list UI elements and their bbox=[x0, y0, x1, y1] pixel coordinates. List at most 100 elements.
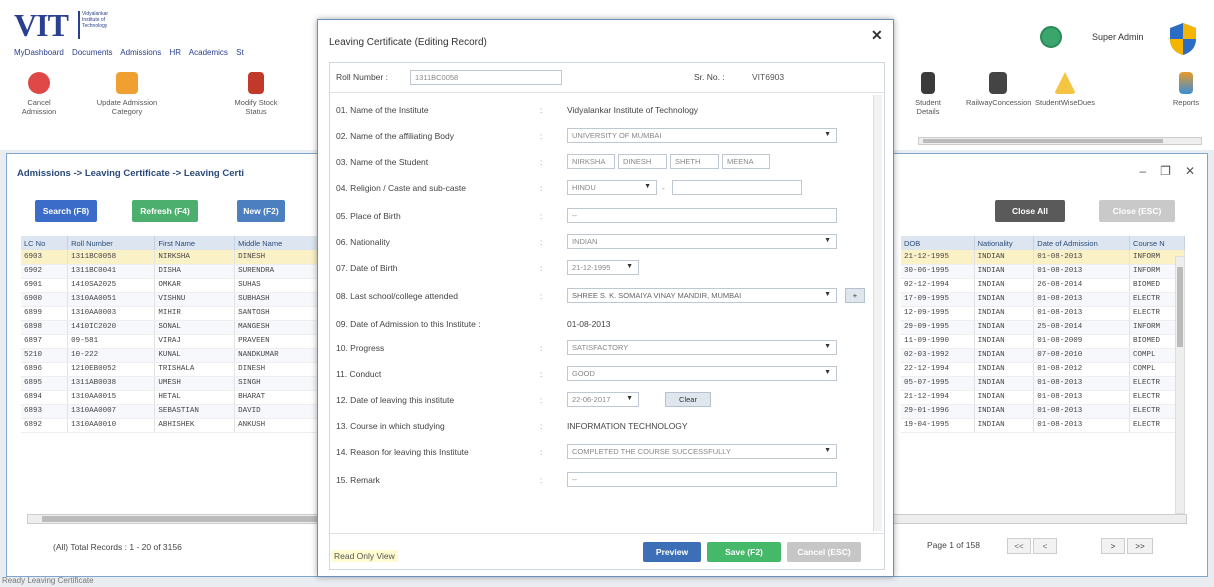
table-row[interactable]: 6899 1310AA0003 MIHIR SANTOSH bbox=[21, 306, 321, 321]
table-row[interactable]: 6901 1410SA2025 OMKAR SUHAS bbox=[21, 278, 321, 293]
minimize-icon[interactable]: – bbox=[1139, 164, 1146, 178]
colon-separator: : bbox=[540, 291, 543, 301]
table-cell: INDIAN bbox=[974, 320, 1035, 335]
table-row[interactable]: 19-04-1995 INDIAN 01-08-2013 ELECTR bbox=[901, 418, 1185, 433]
ribbon-update-category[interactable]: Update Admission Category bbox=[92, 72, 162, 116]
table-row[interactable]: 6903 1311BC0058 NIRKSHA DINESH bbox=[21, 250, 321, 265]
table-cell: INDIAN bbox=[974, 348, 1035, 363]
right-column-header[interactable]: DOB bbox=[901, 236, 975, 250]
refresh-button[interactable]: Refresh (F4) bbox=[132, 200, 198, 222]
left-column-header[interactable]: Roll Number bbox=[67, 236, 156, 250]
form-scrollbar[interactable] bbox=[873, 95, 882, 531]
ribbon-modify-stock[interactable]: Modify Stock Status bbox=[226, 72, 286, 116]
table-row[interactable]: 6900 1310AA0051 VISHNU SUBHASH bbox=[21, 292, 321, 307]
menu-dashboard[interactable]: MyDashboard bbox=[14, 48, 64, 57]
colon-separator: : bbox=[540, 447, 543, 457]
ribbon-student-details[interactable]: Student Details bbox=[910, 72, 946, 116]
table-row[interactable]: 6895 1311AB0038 UMESH SINGH bbox=[21, 376, 321, 391]
close-esc-button[interactable]: Close (ESC) bbox=[1099, 200, 1175, 222]
date-of-birth-picker[interactable]: 21-12-1995 ▼ bbox=[567, 260, 639, 275]
student-name-field-3[interactable]: MEENA bbox=[722, 154, 770, 169]
remark-field[interactable]: -- bbox=[567, 472, 837, 487]
table-row[interactable]: 22-12-1994 INDIAN 01-08-2012 COMPL bbox=[901, 362, 1185, 377]
student-name-field-0[interactable]: NIRKSHA bbox=[567, 154, 615, 169]
table-cell: INDIAN bbox=[974, 292, 1035, 307]
close-all-button[interactable]: Close All bbox=[995, 200, 1065, 222]
right-column-header[interactable]: Date of Admission bbox=[1033, 236, 1131, 250]
search-button[interactable]: Search (F8) bbox=[35, 200, 97, 222]
pager-prev[interactable]: < bbox=[1033, 538, 1057, 554]
last-school-select[interactable]: SHREE S. K. SOMAIYA VINAY MANDIR, MUMBAI… bbox=[567, 288, 837, 303]
left-column-header[interactable]: First Name bbox=[154, 236, 236, 250]
table-row[interactable]: 21-12-1995 INDIAN 01-08-2013 INFORM bbox=[901, 250, 1185, 265]
add-school-button[interactable]: + bbox=[845, 288, 865, 303]
table-row[interactable]: 6897 09-581 VIRAJ PRAVEEN bbox=[21, 334, 321, 349]
caste-field[interactable] bbox=[672, 180, 802, 195]
table-row[interactable]: 30-06-1995 INDIAN 01-08-2013 INFORM bbox=[901, 264, 1185, 279]
menu-documents[interactable]: Documents bbox=[72, 48, 112, 57]
table-row[interactable]: 6894 1310AA0015 HETAL BHARAT bbox=[21, 390, 321, 405]
table-row[interactable]: 5210 10-222 KUNAL NANDKUMAR bbox=[21, 348, 321, 363]
close-icon[interactable]: ✕ bbox=[871, 27, 883, 44]
ribbon-scrollbar[interactable] bbox=[918, 137, 1202, 145]
nationality-select[interactable]: INDIAN ▼ bbox=[567, 234, 837, 249]
table-row[interactable]: 6896 1210EB0052 TRISHALA DINESH bbox=[21, 362, 321, 377]
religion-select[interactable]: HINDU ▼ bbox=[567, 180, 657, 195]
ribbon-railway[interactable]: RailwayConcession bbox=[966, 72, 1031, 107]
table-row[interactable]: 6893 1310AA0007 SEBASTIAN DAVID bbox=[21, 404, 321, 419]
table-row[interactable]: 17-09-1995 INDIAN 01-08-2013 ELECTR bbox=[901, 292, 1185, 307]
student-name-field-1[interactable]: DINESH bbox=[618, 154, 667, 169]
grid-vertical-scrollbar[interactable] bbox=[1175, 256, 1185, 514]
place-of-birth-field[interactable]: -- bbox=[567, 208, 837, 223]
left-column-header[interactable]: LC No bbox=[21, 236, 69, 250]
table-row[interactable]: 02-03-1992 INDIAN 07-08-2010 COMPL bbox=[901, 348, 1185, 363]
table-cell: 01-08-2013 bbox=[1033, 376, 1131, 391]
cancel-icon bbox=[28, 72, 50, 94]
progress-select[interactable]: SATISFACTORY ▼ bbox=[567, 340, 837, 355]
pager-first[interactable]: << bbox=[1007, 538, 1031, 554]
pager-last[interactable]: >> bbox=[1127, 538, 1153, 554]
chevron-down-icon: ▼ bbox=[824, 291, 831, 298]
table-row[interactable]: 29-09-1995 INDIAN 25-08-2014 INFORM bbox=[901, 320, 1185, 335]
menu-hr[interactable]: HR bbox=[169, 48, 181, 57]
affiliating-body-select[interactable]: UNIVERSITY OF MUMBAI ▼ bbox=[567, 128, 837, 143]
table-row[interactable]: 6902 1311BC0041 DISHA SURENDRA bbox=[21, 264, 321, 279]
left-column-header[interactable]: Middle Name bbox=[234, 236, 321, 250]
date-of-leaving-picker[interactable]: 22-06-2017 ▼ bbox=[567, 392, 639, 407]
save-button[interactable]: Save (F2) bbox=[707, 542, 781, 562]
conduct-select[interactable]: GOOD ▼ bbox=[567, 366, 837, 381]
table-row[interactable]: 29-01-1996 INDIAN 01-08-2013 ELECTR bbox=[901, 404, 1185, 419]
close-icon[interactable]: ✕ bbox=[1185, 164, 1195, 178]
table-row[interactable]: 02-12-1994 INDIAN 26-08-2014 BIOMED bbox=[901, 278, 1185, 293]
reason-select[interactable]: COMPLETED THE COURSE SUCCESSFULLY ▼ bbox=[567, 444, 837, 459]
clear-button[interactable]: Clear bbox=[665, 392, 711, 407]
ribbon-reports[interactable]: Reports bbox=[1166, 72, 1206, 107]
preview-button[interactable]: Preview bbox=[643, 542, 701, 562]
roll-number-field[interactable]: 1311BC0058 bbox=[410, 70, 562, 85]
form-label: 15. Remark bbox=[336, 475, 380, 485]
table-row[interactable]: 05-07-1995 INDIAN 01-08-2013 ELECTR bbox=[901, 376, 1185, 391]
user-menu[interactable]: Super Admin bbox=[1040, 22, 1200, 55]
table-row[interactable]: 6892 1310AA0010 ABHISHEK ANKUSH bbox=[21, 418, 321, 433]
menu-more[interactable]: St bbox=[236, 48, 244, 57]
table-cell: 6896 bbox=[21, 362, 69, 377]
table-row[interactable]: 21-12-1994 INDIAN 01-08-2013 ELECTR bbox=[901, 390, 1185, 405]
menu-academics[interactable]: Academics bbox=[189, 48, 228, 57]
table-row[interactable]: 6898 1410IC2020 SONAL MANGESH bbox=[21, 320, 321, 335]
student-name-field-2[interactable]: SHETH bbox=[670, 154, 719, 169]
table-row[interactable]: 11-09-1990 INDIAN 01-08-2009 BIOMED bbox=[901, 334, 1185, 349]
chevron-down-icon: ▼ bbox=[824, 343, 831, 350]
ribbon-cancel-admission[interactable]: Cancel Admission bbox=[14, 72, 64, 116]
table-cell: PRAVEEN bbox=[234, 334, 321, 349]
right-column-header[interactable]: Course N bbox=[1129, 236, 1185, 250]
table-cell: 25-08-2014 bbox=[1033, 320, 1131, 335]
table-row[interactable]: 12-09-1995 INDIAN 01-08-2013 ELECTR bbox=[901, 306, 1185, 321]
right-column-header[interactable]: Nationality bbox=[974, 236, 1035, 250]
colon-separator: : bbox=[540, 421, 543, 431]
ribbon-dues[interactable]: StudentWiseDues bbox=[1034, 72, 1096, 107]
pager-next[interactable]: > bbox=[1101, 538, 1125, 554]
new-button[interactable]: New (F2) bbox=[237, 200, 285, 222]
cancel-button[interactable]: Cancel (ESC) bbox=[787, 542, 861, 562]
restore-icon[interactable]: ❐ bbox=[1160, 164, 1171, 178]
menu-admissions[interactable]: Admissions bbox=[120, 48, 161, 57]
